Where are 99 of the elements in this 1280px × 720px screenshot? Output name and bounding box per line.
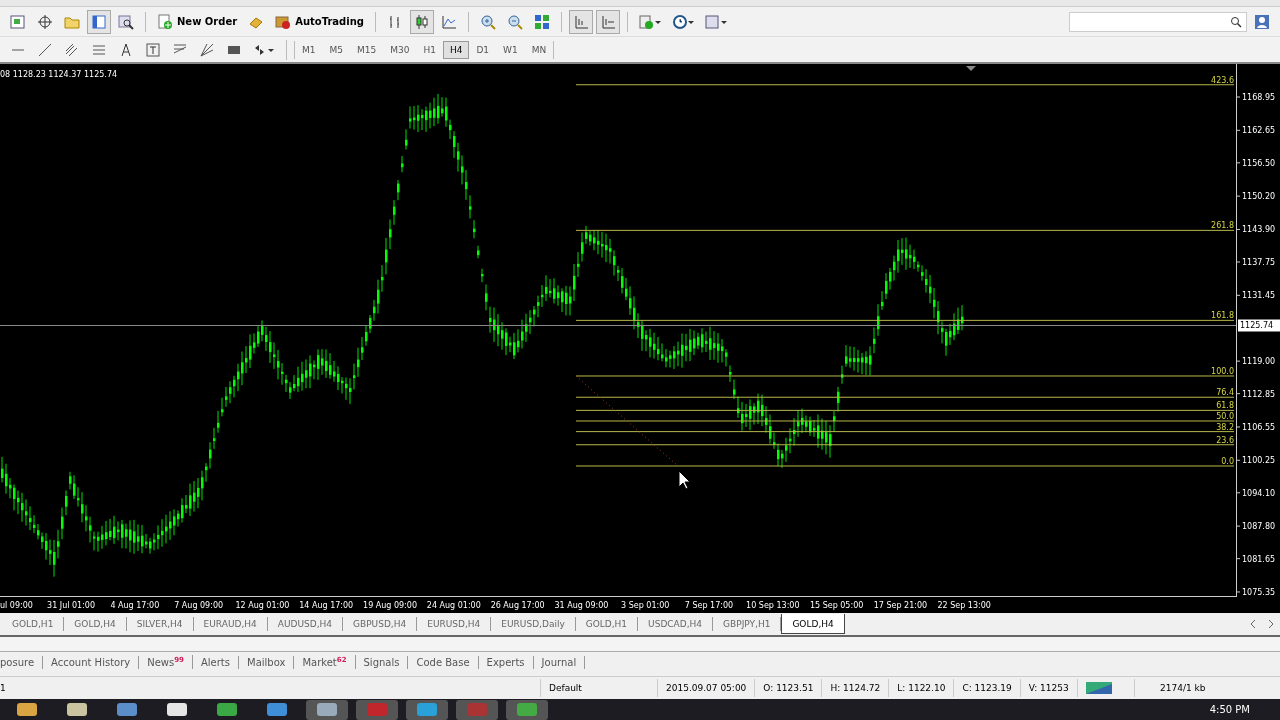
- document-plus-icon: [157, 13, 173, 30]
- search-icon: [1230, 15, 1242, 28]
- terminal-tab[interactable]: Code Base: [408, 655, 479, 669]
- terminal-tab[interactable]: Alerts: [193, 655, 239, 669]
- chart-tab[interactable]: EURUSD,H4: [417, 617, 492, 631]
- status-close: C: 1123.19: [953, 679, 1020, 697]
- chart-tab[interactable]: USDCAD,H4: [638, 617, 714, 631]
- status-high: H: 1124.72: [821, 679, 889, 697]
- time-axis-label: 22 Sep 13:00: [936, 600, 992, 610]
- timeframe-button[interactable]: M1: [295, 40, 323, 59]
- taskbar-app-icon[interactable]: [406, 699, 448, 720]
- price-axis-label: 1106.55: [1242, 422, 1276, 432]
- price-axis-label: 1143.90: [1242, 225, 1276, 235]
- chart-tab[interactable]: GOLD,H1: [2, 617, 65, 631]
- time-axis-label: 15 Sep 05:00: [808, 600, 865, 610]
- price-axis-label: 1131.45: [1242, 291, 1276, 301]
- terminal-tab[interactable]: Mailbox: [239, 655, 295, 669]
- chart-tab[interactable]: EURUSD,Daily: [491, 617, 576, 631]
- new-order-button[interactable]: New Order: [153, 10, 242, 33]
- chart-tab[interactable]: GBPUSD,H4: [343, 617, 418, 631]
- time-axis-label: 3 Sep 01:00: [620, 600, 671, 610]
- taskbar-app-icon[interactable]: [506, 699, 548, 720]
- time-axis-label: 10 Sep 13:00: [745, 600, 801, 610]
- timeframe-button[interactable]: D1: [469, 40, 497, 59]
- current-price-tag: 1125.74: [1238, 319, 1280, 332]
- candlestick-icon[interactable]: [409, 9, 434, 34]
- chart-tab[interactable]: EURAUD,H4: [193, 617, 268, 631]
- fibonacci-level-label: 76.4: [1216, 388, 1234, 398]
- fibonacci-level-label: 423.6: [1211, 75, 1234, 85]
- terminal-tab[interactable]: Account History: [43, 655, 140, 669]
- status-low: L: 1122.10: [888, 679, 954, 697]
- toolbox-icon: [275, 13, 292, 30]
- time-axis-label: 17 Sep 21:00: [872, 600, 929, 610]
- chart-tab[interactable]: AUDUSD,H4: [267, 617, 344, 631]
- timeframe-button[interactable]: H4: [442, 40, 470, 59]
- timeframe-button[interactable]: W1: [496, 40, 525, 59]
- fibonacci-level-label: 261.8: [1211, 221, 1234, 231]
- terminal-tab[interactable]: Market$^{62}$: [294, 654, 356, 670]
- time-axis-label: ul 09:00: [0, 600, 34, 610]
- fibonacci-level-label: 0.0: [1221, 457, 1234, 466]
- price-axis-label: 1168.95: [1242, 93, 1276, 102]
- fibonacci-level-label: 50.0: [1216, 412, 1234, 421]
- time-axis-label: 7 Sep 17:00: [683, 600, 735, 610]
- status-profile: Default: [540, 679, 657, 697]
- price-axis-label: 1150.20: [1242, 192, 1276, 202]
- connection-bars-icon: [1085, 682, 1112, 694]
- time-axis-label: 14 Aug 17:00: [298, 600, 355, 610]
- taskbar-app-icon[interactable]: [306, 699, 348, 720]
- time-axis-label: 12 Aug 01:00: [234, 600, 291, 610]
- fibonacci-level-label: 23.6: [1216, 435, 1234, 445]
- price-axis-label: 1162.65: [1242, 126, 1276, 136]
- chart-tab[interactable]: SILVER,H4: [126, 617, 194, 631]
- time-axis-label: 31 Aug 09:00: [553, 600, 610, 610]
- ohlc-header: 08 1128.23 1124.37 1125.74: [0, 70, 118, 79]
- timeframe-button[interactable]: M30: [383, 40, 417, 59]
- timeframe-button[interactable]: M15: [350, 40, 384, 59]
- fibonacci-level-label: 38.2: [1216, 422, 1234, 432]
- terminal-tab[interactable]: Journal: [533, 655, 586, 669]
- status-open: O: 1123.51: [754, 679, 822, 697]
- time-axis-label: 7 Aug 09:00: [173, 600, 225, 610]
- chart-shift-icon[interactable]: [568, 9, 593, 34]
- window-icon[interactable]: [87, 9, 111, 34]
- price-axis-label: 1112.85: [1242, 389, 1276, 399]
- time-axis-label: 4 Aug 17:00: [109, 600, 161, 610]
- fibonacci-level-label: 161.8: [1211, 311, 1234, 321]
- price-axis-label: 1075.35: [1242, 587, 1276, 596]
- price-axis-label: 1119.00: [1242, 357, 1276, 367]
- status-time: 2015.09.07 05:00: [657, 679, 755, 697]
- autotrading-button[interactable]: AutoTrading: [271, 10, 368, 33]
- autoscroll-icon[interactable]: [595, 9, 620, 34]
- terminal-tab[interactable]: Signals: [355, 655, 409, 669]
- time-axis-label: 19 Aug 09:00: [362, 600, 418, 610]
- terminal-tab[interactable]: News$^{99}$: [139, 654, 193, 670]
- chart-tab[interactable]: GOLD,H1: [575, 617, 639, 631]
- chart-shift-marker-icon: [966, 66, 976, 71]
- search-field[interactable]: [1069, 11, 1247, 32]
- status-volume: V: 11253: [1019, 679, 1077, 697]
- timeframe-button[interactable]: M5: [322, 40, 350, 59]
- price-axis-label: 1137.75: [1242, 258, 1276, 267]
- chart-tab[interactable]: GOLD,H4: [781, 614, 845, 634]
- taskbar-clock: 4:50 PM: [1209, 704, 1251, 715]
- time-axis-label: 26 Aug 17:00: [489, 600, 546, 610]
- terminal-tab[interactable]: Experts: [478, 655, 534, 669]
- fibonacci-level-label: 61.8: [1216, 401, 1234, 411]
- price-axis-label: 1087.80: [1242, 522, 1276, 532]
- price-axis-label: 1094.10: [1242, 488, 1276, 498]
- timeframe-button[interactable]: H1: [416, 40, 443, 59]
- fibonacci-level-label: 100.0: [1211, 367, 1234, 376]
- time-axis-label: 24 Aug 01:00: [425, 600, 482, 610]
- chart-tab[interactable]: GOLD,H4: [64, 617, 127, 631]
- status-help-text: 1: [0, 682, 7, 695]
- price-axis-label: 1156.50: [1242, 158, 1276, 168]
- terminal-tab[interactable]: posure: [0, 655, 44, 669]
- status-traffic: 2174/1 kb: [1133, 679, 1231, 697]
- timeframe-button[interactable]: MN: [524, 40, 554, 59]
- price-axis-label: 1100.25: [1242, 456, 1276, 466]
- time-axis-label: 31 Jul 01:00: [46, 600, 97, 610]
- mouse-cursor-icon: [678, 470, 691, 490]
- price-axis-label: 1081.65: [1242, 554, 1276, 564]
